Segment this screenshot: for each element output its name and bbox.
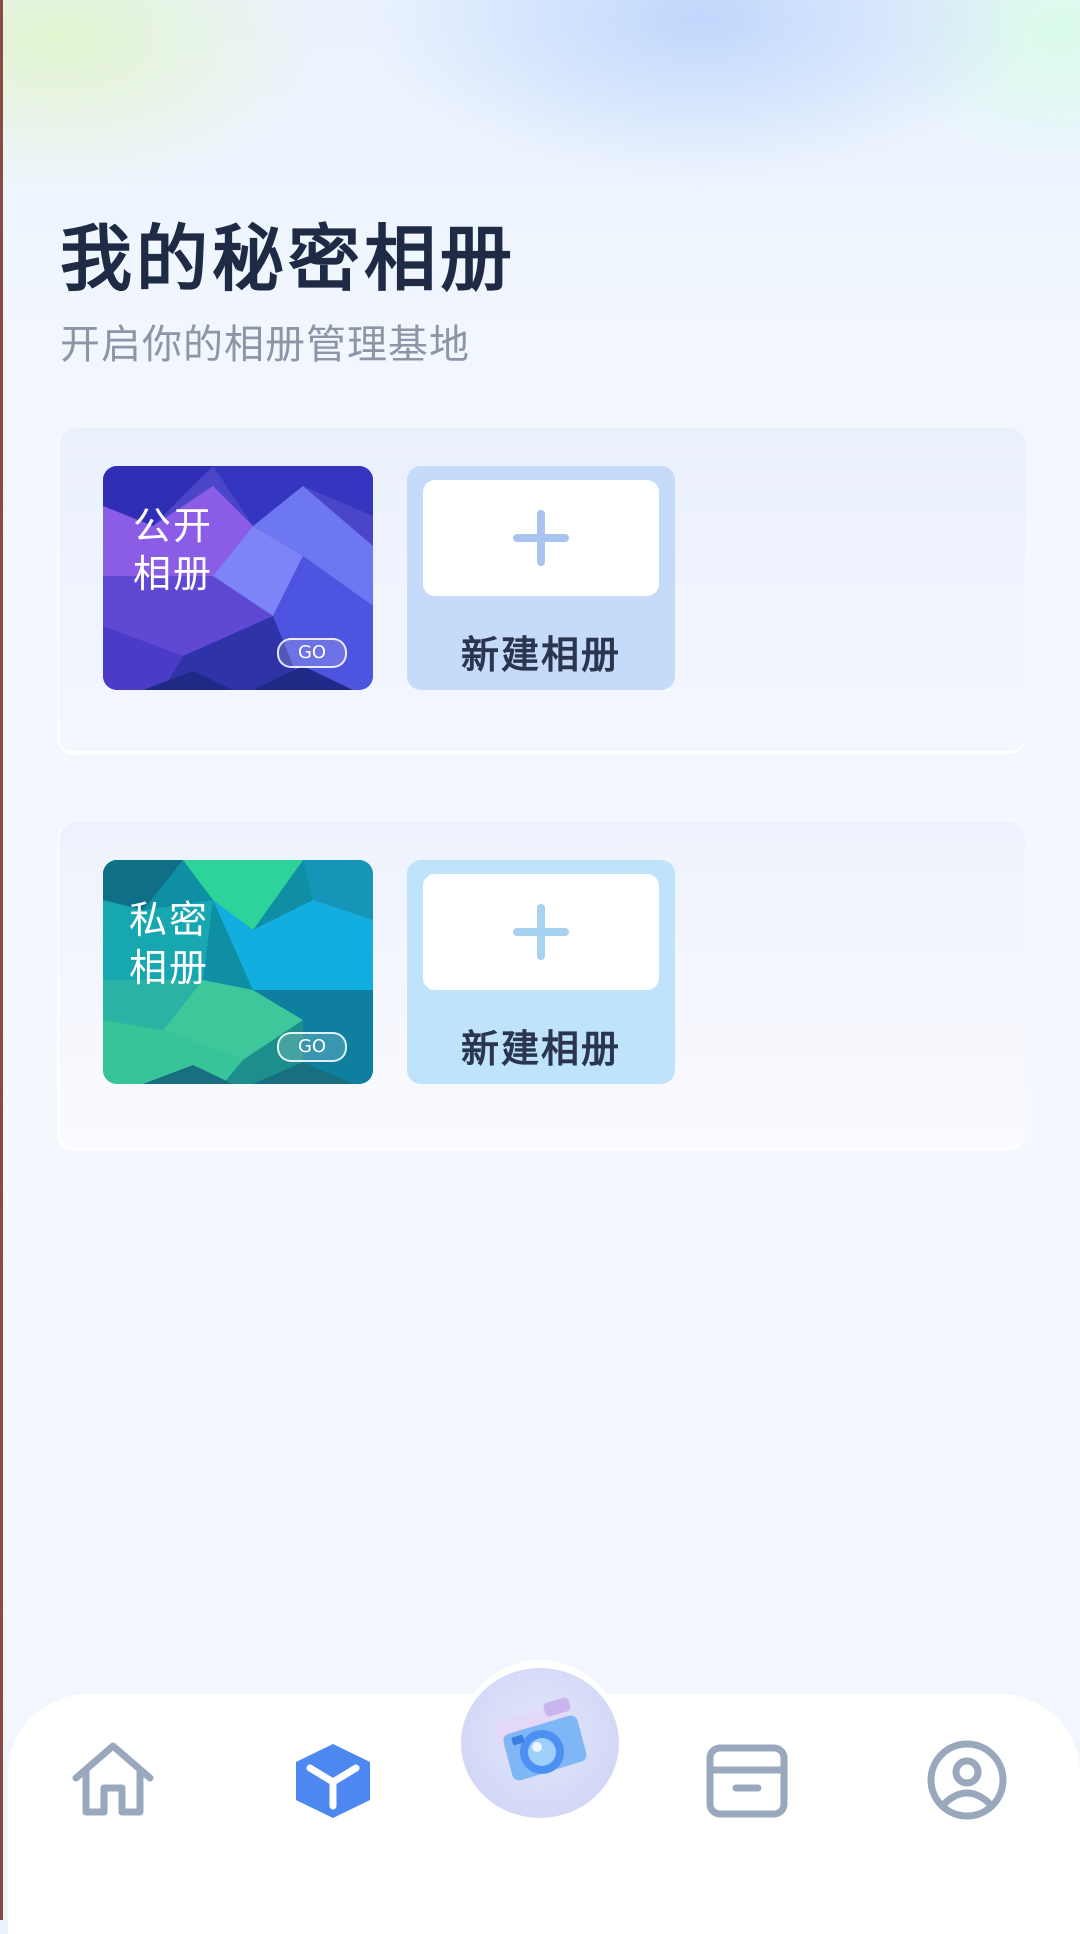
public-album-section: 公开 相册 GO 新建相册	[57, 428, 1025, 754]
public-album-card[interactable]: 公开 相册 GO	[103, 466, 373, 690]
public-new-album-button[interactable]: 新建相册	[407, 466, 675, 690]
box-icon	[706, 1744, 788, 1818]
private-new-album-button[interactable]: 新建相册	[407, 860, 675, 1084]
tab-user[interactable]	[912, 1740, 1022, 1840]
page-subtitle: 开启你的相册管理基地	[60, 322, 470, 368]
plus-icon	[513, 510, 569, 566]
camera-icon	[495, 1697, 587, 1781]
private-album-go-badge: GO	[277, 1032, 347, 1062]
private-album-card[interactable]: 私密 相册 GO	[103, 860, 373, 1084]
private-new-album-label: 新建相册	[460, 1027, 621, 1071]
tab-box[interactable]	[692, 1740, 802, 1840]
public-album-go-badge: GO	[277, 638, 347, 668]
private-album-section: 私密 相册 GO 新建相册	[57, 822, 1025, 1150]
plus-icon	[513, 904, 569, 960]
cube-icon	[296, 1744, 370, 1818]
private-new-album-plus-box	[423, 874, 659, 990]
home-icon	[72, 1742, 154, 1816]
private-album-label: 私密 相册	[129, 898, 210, 990]
tab-cube[interactable]	[278, 1740, 388, 1840]
public-new-album-label: 新建相册	[460, 633, 621, 677]
public-album-label: 公开 相册	[133, 504, 214, 596]
camera-button[interactable]	[457, 1660, 623, 1826]
tab-home[interactable]	[58, 1740, 168, 1840]
user-icon	[927, 1740, 1007, 1820]
public-new-album-plus-box	[423, 480, 659, 596]
page-title: 我的秘密相册	[60, 217, 517, 301]
left-edge-line	[0, 0, 3, 1920]
